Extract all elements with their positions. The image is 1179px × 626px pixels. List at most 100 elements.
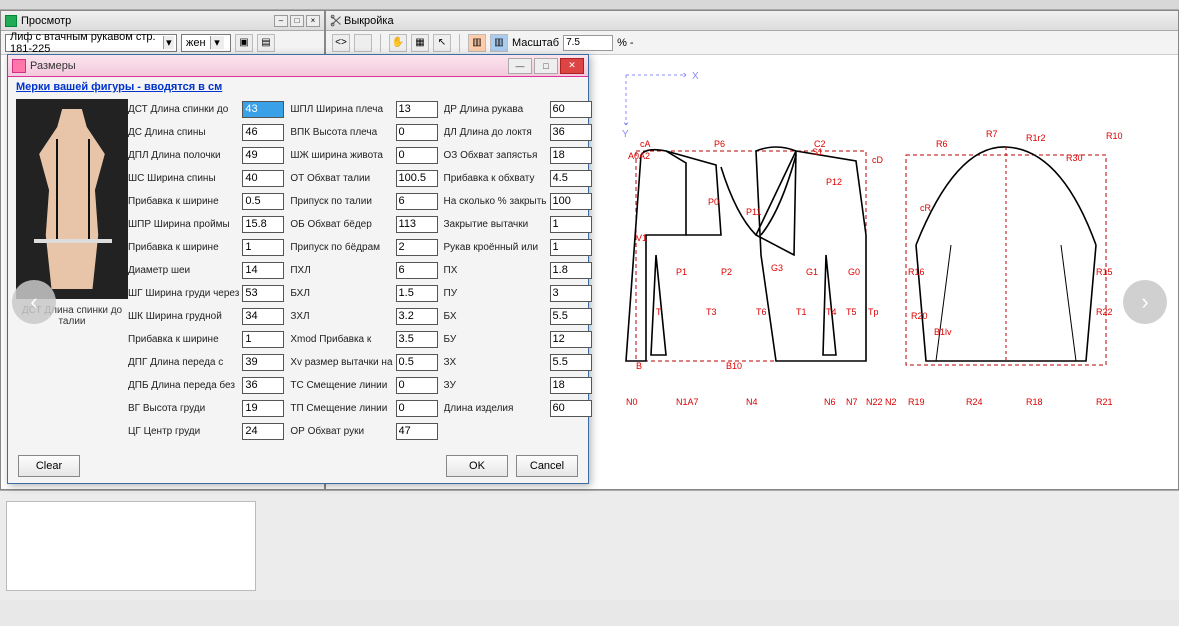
field-input[interactable] [242, 354, 284, 371]
scale-input[interactable] [563, 35, 613, 51]
field-input[interactable] [242, 377, 284, 394]
dialog-close-button[interactable]: ✕ [560, 58, 584, 74]
field-row: ВГ Высота груди [128, 398, 284, 418]
pattern-panel-header: Выкройка [326, 11, 1178, 31]
field-input[interactable] [242, 262, 284, 279]
field-input[interactable] [396, 400, 438, 417]
svg-text:T6: T6 [756, 307, 767, 317]
field-row: ОЗ Обхват запястья [444, 145, 592, 165]
field-input[interactable] [396, 101, 438, 118]
svg-text:T4: T4 [826, 307, 837, 317]
hand-tool-button[interactable]: ✋ [389, 34, 407, 52]
field-label: На сколько % закрыть [444, 196, 547, 207]
field-input[interactable] [550, 101, 592, 118]
field-input[interactable] [550, 331, 592, 348]
field-label: Xmod Прибавка к [290, 334, 392, 345]
chevron-down-icon: ▾ [210, 36, 224, 49]
field-input[interactable] [396, 170, 438, 187]
field-row: ТС Смещение линии [290, 375, 437, 395]
svg-text:N0: N0 [626, 397, 638, 407]
svg-text:P6: P6 [714, 139, 725, 149]
svg-text:R10: R10 [1106, 131, 1123, 141]
field-row: БХЛ [290, 283, 437, 303]
field-input[interactable] [396, 354, 438, 371]
svg-text:T3: T3 [706, 307, 717, 317]
field-input[interactable] [396, 193, 438, 210]
svg-text:Y: Y [622, 129, 629, 140]
field-input[interactable] [396, 423, 438, 440]
preview-icon [5, 15, 17, 27]
next-arrow-button[interactable]: › [1123, 280, 1167, 324]
measurements-link[interactable]: Мерки вашей фигуры - вводятся в см [8, 77, 588, 97]
field-label: ДЛ Длина до локтя [444, 127, 547, 138]
field-input[interactable] [396, 285, 438, 302]
field-input[interactable] [396, 216, 438, 233]
clear-button[interactable]: Clear [18, 455, 80, 477]
field-input[interactable] [550, 377, 592, 394]
field-input[interactable] [242, 147, 284, 164]
field-input[interactable] [550, 170, 592, 187]
field-row: Xmod Прибавка к [290, 329, 437, 349]
field-input[interactable] [242, 423, 284, 440]
toolbar-button-a[interactable]: ▣ [235, 34, 253, 52]
minimize-button[interactable]: – [274, 15, 288, 27]
fields-column-3: ДР Длина рукаваДЛ Длина до локтяОЗ Обхва… [444, 99, 592, 445]
svg-text:P12: P12 [826, 177, 842, 187]
svg-text:A0A2: A0A2 [628, 151, 650, 161]
field-row: Прибавка к ширине [128, 191, 284, 211]
field-input[interactable] [550, 400, 592, 417]
field-input[interactable] [550, 285, 592, 302]
field-input[interactable] [550, 262, 592, 279]
field-input[interactable] [550, 354, 592, 371]
field-input[interactable] [242, 308, 284, 325]
field-input[interactable] [242, 193, 284, 210]
field-input[interactable] [396, 124, 438, 141]
field-input[interactable] [242, 101, 284, 118]
field-input[interactable] [242, 170, 284, 187]
field-input[interactable] [550, 193, 592, 210]
pointer-tool-button[interactable]: ↖ [433, 34, 451, 52]
dialog-minimize-button[interactable]: — [508, 58, 532, 74]
gender-combo[interactable]: жен ▾ [181, 34, 231, 52]
svg-text:T5: T5 [846, 307, 857, 317]
tool-code-button[interactable]: <> [332, 34, 350, 52]
thumbnail[interactable] [6, 501, 256, 591]
field-input[interactable] [396, 239, 438, 256]
svg-text:B: B [636, 361, 642, 371]
field-input[interactable] [242, 124, 284, 141]
prev-arrow-button[interactable]: ‹ [12, 280, 56, 324]
field-input[interactable] [550, 216, 592, 233]
dialog-maximize-button[interactable]: □ [534, 58, 558, 74]
field-input[interactable] [396, 147, 438, 164]
field-input[interactable] [242, 285, 284, 302]
grid-tool-button[interactable]: ▦ [411, 34, 429, 52]
layout-a-button[interactable]: ▥ [468, 34, 486, 52]
tool-blank-button[interactable] [354, 34, 372, 52]
field-row: Диаметр шеи [128, 260, 284, 280]
field-input[interactable] [242, 216, 284, 233]
model-combo[interactable]: Лиф с втачным рукавом стр. 181-225 ▾ [5, 34, 177, 52]
svg-text:G3: G3 [771, 263, 783, 273]
layout-b-button[interactable]: ▥ [490, 34, 508, 52]
field-label: Закрытие вытачки [444, 219, 547, 230]
field-input[interactable] [242, 331, 284, 348]
field-input[interactable] [550, 147, 592, 164]
field-input[interactable] [396, 262, 438, 279]
ok-button[interactable]: OK [446, 455, 508, 477]
dialog-titlebar[interactable]: Размеры — □ ✕ [8, 55, 588, 77]
svg-text:R24: R24 [966, 397, 983, 407]
field-input[interactable] [396, 377, 438, 394]
close-button[interactable]: × [306, 15, 320, 27]
field-input[interactable] [242, 239, 284, 256]
cancel-button[interactable]: Cancel [516, 455, 578, 477]
field-input[interactable] [242, 400, 284, 417]
field-row: ДПБ Длина переда без [128, 375, 284, 395]
thumbnail-strip [0, 490, 1179, 600]
field-input[interactable] [396, 308, 438, 325]
maximize-button[interactable]: □ [290, 15, 304, 27]
field-input[interactable] [550, 308, 592, 325]
field-input[interactable] [550, 124, 592, 141]
toolbar-button-b[interactable]: ▤ [257, 34, 275, 52]
field-input[interactable] [396, 331, 438, 348]
field-input[interactable] [550, 239, 592, 256]
